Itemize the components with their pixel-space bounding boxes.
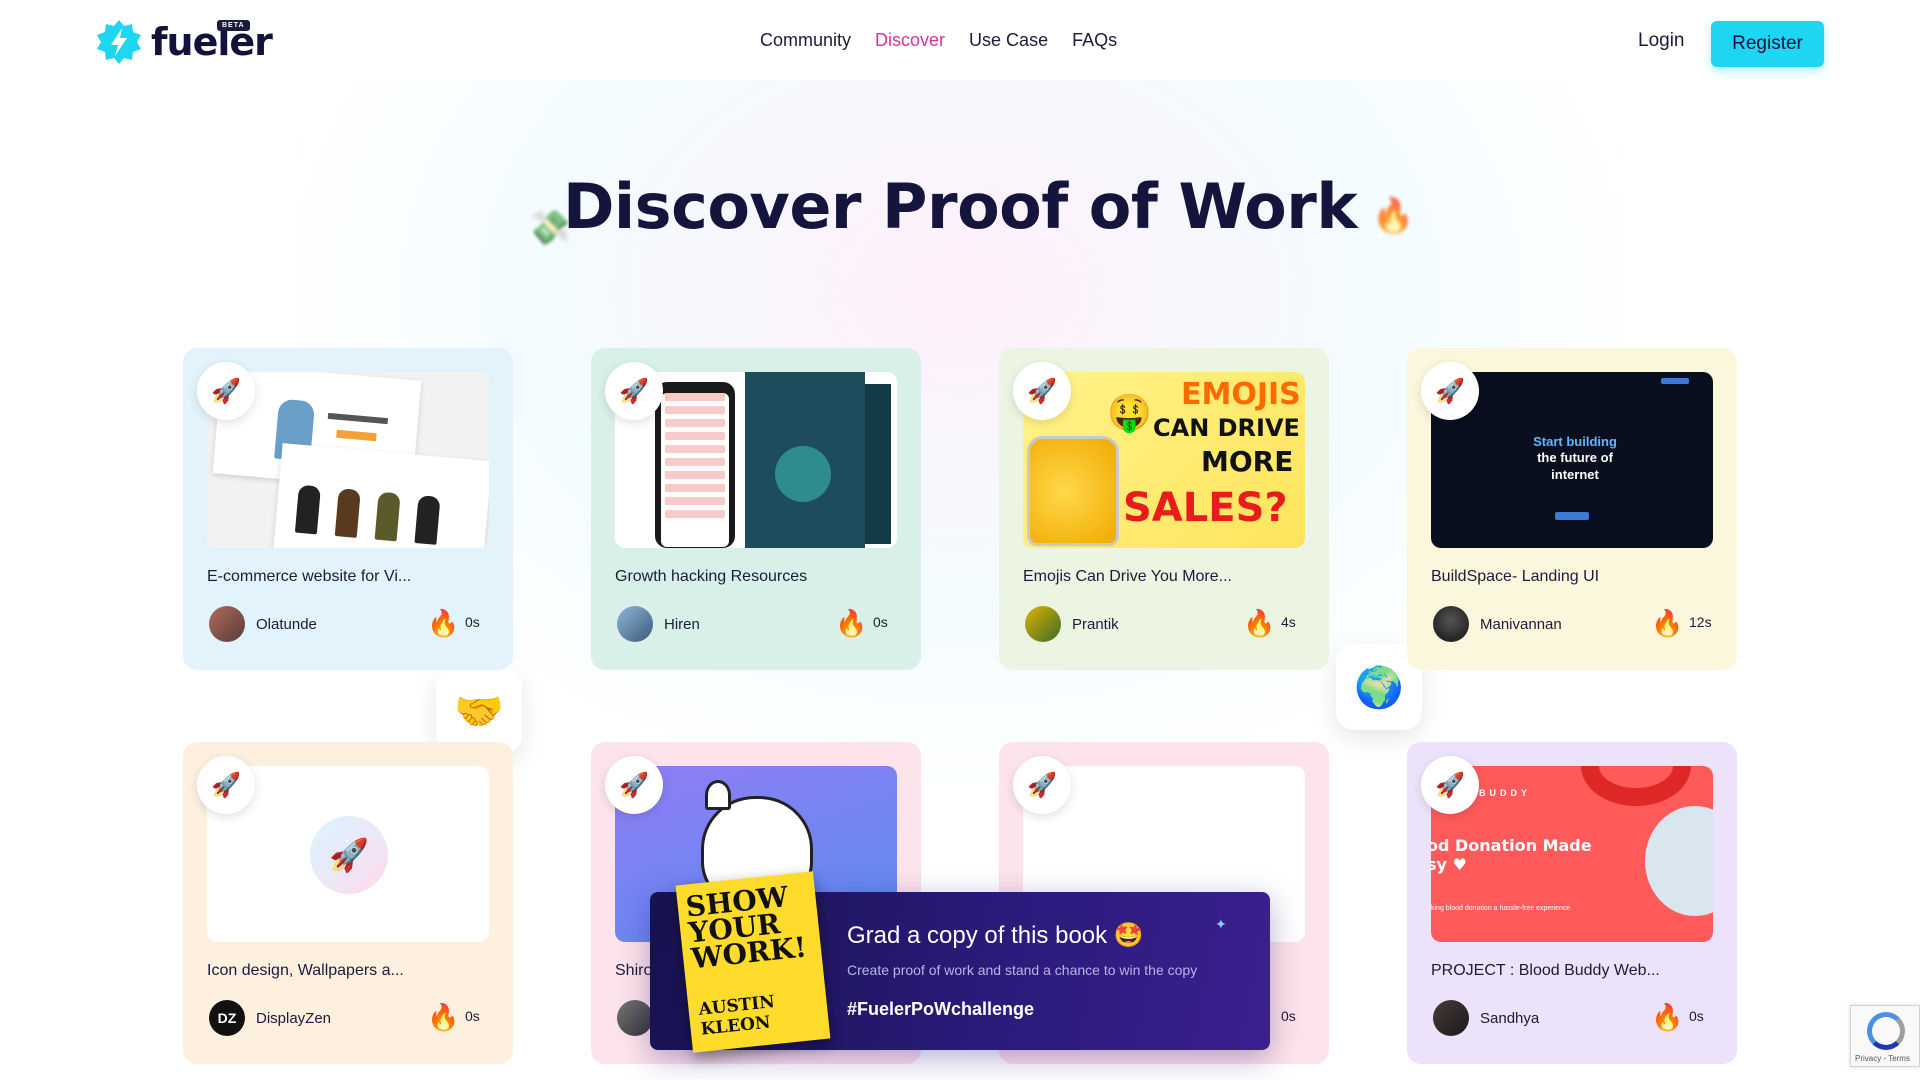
card-author: Olatunde — [256, 616, 317, 633]
project-card[interactable]: 🚀 E-commerce website for Vi... Olatunde … — [183, 348, 513, 670]
card-author: Manivannan — [1480, 616, 1562, 633]
nav-links: Community Discover Use Case FAQs — [760, 30, 1117, 51]
card-author: DisplayZen — [256, 1010, 332, 1027]
fire-icon[interactable]: 🔥 — [835, 608, 867, 639]
recaptcha-icon — [1867, 1012, 1905, 1050]
nav-link-discover[interactable]: Discover — [875, 30, 945, 51]
avatar — [617, 1000, 653, 1036]
avatar — [1433, 606, 1469, 642]
rocket-icon: 🚀 — [197, 362, 255, 420]
nav-link-community[interactable]: Community — [760, 30, 851, 51]
recaptcha-badge[interactable]: Privacy - Terms — [1850, 1005, 1920, 1067]
fueler-logo[interactable]: fueler BETA — [95, 18, 273, 66]
project-card[interactable]: 🚀 Growth hacking Resources Hiren 🔥 0s — [591, 348, 921, 670]
book-cover: SHOW YOUR WORK! AUSTIN KLEON — [675, 871, 831, 1053]
project-card[interactable]: 🚀 BUDDY od Donation Made sy ♥ king blood… — [1407, 742, 1737, 1064]
fire-icon[interactable]: 🔥 — [427, 608, 459, 639]
fire-count: 0s — [873, 614, 888, 630]
card-title: Icon design, Wallpapers a... — [207, 962, 404, 979]
sparkle-icon: ✦ — [1215, 916, 1227, 932]
promo-title: Grad a copy of this book 🤩 — [847, 922, 1144, 949]
rocket-icon: 🚀 — [605, 756, 663, 814]
card-title: Emojis Can Drive You More... — [1023, 568, 1232, 585]
rocket-icon: 🚀 — [310, 816, 388, 894]
fire-icon[interactable]: 🔥 — [1651, 608, 1683, 639]
card-title: PROJECT : Blood Buddy Web... — [1431, 962, 1660, 979]
lightning-badge-icon — [97, 20, 141, 64]
fire-icon: 🔥 — [1372, 197, 1415, 235]
card-author: Hiren — [664, 616, 700, 633]
rocket-icon: 🚀 — [1421, 362, 1479, 420]
nav-link-faqs[interactable]: FAQs — [1072, 30, 1117, 51]
project-card[interactable]: 🚀 EMOJIS CAN DRIVE MORE SALES? 🤑 Emojis … — [999, 348, 1329, 670]
money-wings-icon: 💸 — [528, 209, 571, 247]
nav-link-use-case[interactable]: Use Case — [969, 30, 1048, 51]
project-card[interactable]: 🚀 🚀 Icon design, Wallpapers a... DZ Disp… — [183, 742, 513, 1064]
rocket-icon: 🚀 — [1013, 756, 1071, 814]
money-face-emoji: 🤑 — [1107, 392, 1152, 433]
avatar — [1025, 606, 1061, 642]
login-link[interactable]: Login — [1638, 30, 1685, 52]
avatar — [1433, 1000, 1469, 1036]
card-title: BuildSpace- Landing UI — [1431, 568, 1600, 585]
page-title: Discover Proof of Work — [562, 170, 1358, 243]
card-author: Prantik — [1072, 616, 1119, 633]
rocket-icon: 🚀 — [605, 362, 663, 420]
rocket-icon: 🚀 — [197, 756, 255, 814]
register-button[interactable]: Register — [1711, 21, 1824, 67]
fire-count: 0s — [465, 1008, 480, 1024]
fire-count: 12s — [1689, 614, 1712, 630]
card-title: E-commerce website for Vi... — [207, 568, 412, 585]
fire-count: 0s — [465, 614, 480, 630]
fire-count: 0s — [1281, 1008, 1296, 1024]
fire-icon[interactable]: 🔥 — [427, 1002, 459, 1033]
avatar: DZ — [209, 1000, 245, 1036]
card-title: Growth hacking Resources — [615, 568, 808, 585]
avatar — [209, 606, 245, 642]
promo-subtitle: Create proof of work and stand a chance … — [847, 962, 1198, 978]
fire-icon[interactable]: 🔥 — [1243, 608, 1275, 639]
project-card[interactable]: 🚀 Start building the future of internet … — [1407, 348, 1737, 670]
card-author: Sandhya — [1480, 1010, 1540, 1027]
recaptcha-links[interactable]: Privacy - Terms — [1855, 1054, 1910, 1063]
fire-count: 0s — [1689, 1008, 1704, 1024]
top-navbar: fueler BETA Community Discover Use Case … — [0, 0, 1920, 88]
fire-count: 4s — [1281, 614, 1296, 630]
book-giveaway-banner[interactable]: SHOW YOUR WORK! AUSTIN KLEON Grad a copy… — [650, 871, 1270, 1053]
promo-hashtag[interactable]: #FuelerPoWchallenge — [847, 999, 1034, 1020]
rocket-icon: 🚀 — [1013, 362, 1071, 420]
fire-icon[interactable]: 🔥 — [1651, 1002, 1683, 1033]
avatar — [617, 606, 653, 642]
logo-text: fueler — [151, 20, 273, 64]
rocket-icon: 🚀 — [1421, 756, 1479, 814]
beta-badge: BETA — [217, 20, 250, 31]
